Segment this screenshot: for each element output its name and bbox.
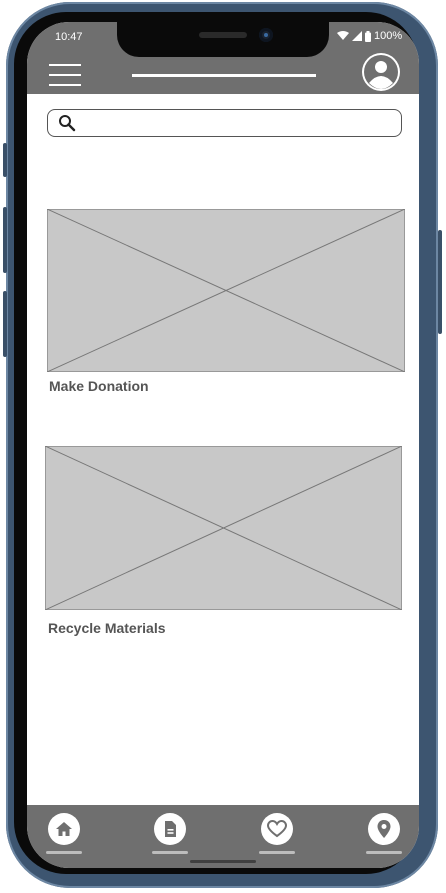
search-icon[interactable] xyxy=(58,114,76,132)
make-donation-label[interactable]: Make Donation xyxy=(49,378,149,394)
placeholder-cross-icon xyxy=(47,209,405,372)
volume-down-button xyxy=(3,291,7,357)
search-bar[interactable] xyxy=(47,109,402,137)
volume-up-button xyxy=(3,207,7,273)
nav-home-underline xyxy=(46,851,82,854)
nav-home[interactable] xyxy=(46,813,82,857)
wifi-icon xyxy=(337,31,349,40)
heart-icon xyxy=(267,820,287,838)
signal-icon xyxy=(352,31,362,41)
document-icon xyxy=(165,821,176,837)
recycle-image-placeholder[interactable] xyxy=(45,446,402,610)
donation-image-placeholder[interactable] xyxy=(47,209,405,372)
battery-percent: 100% xyxy=(374,30,403,42)
home-icon xyxy=(56,822,72,836)
power-button xyxy=(438,230,442,334)
nav-location[interactable] xyxy=(366,813,402,857)
recycle-materials-label[interactable]: Recycle Materials xyxy=(48,620,166,636)
action-button xyxy=(3,143,7,177)
app-bar: 10:47 100% xyxy=(27,22,419,94)
nav-favorites-underline xyxy=(259,851,295,854)
nav-home-circle xyxy=(48,813,80,845)
notch xyxy=(117,22,329,57)
bottom-nav xyxy=(27,805,419,868)
nav-location-circle xyxy=(368,813,400,845)
nav-documents-underline xyxy=(152,851,188,854)
nav-favorites[interactable] xyxy=(259,813,295,857)
home-indicator[interactable] xyxy=(190,860,256,863)
location-pin-icon xyxy=(377,820,391,838)
nav-documents-circle xyxy=(154,813,186,845)
user-icon xyxy=(364,55,398,89)
status-time: 10:47 xyxy=(55,31,83,43)
status-icons: 100% xyxy=(337,30,402,42)
placeholder-cross-icon xyxy=(45,446,402,610)
camera-icon xyxy=(259,28,273,42)
menu-icon[interactable] xyxy=(49,64,81,88)
avatar[interactable] xyxy=(362,53,400,91)
page-title-placeholder xyxy=(132,74,316,77)
battery-icon xyxy=(365,30,371,42)
search-input[interactable] xyxy=(82,113,396,135)
screen: 10:47 100% Make Donation Recycle Materia… xyxy=(27,22,419,868)
nav-documents[interactable] xyxy=(152,813,188,857)
speaker-grille xyxy=(199,32,247,38)
nav-favorites-circle xyxy=(261,813,293,845)
nav-location-underline xyxy=(366,851,402,854)
